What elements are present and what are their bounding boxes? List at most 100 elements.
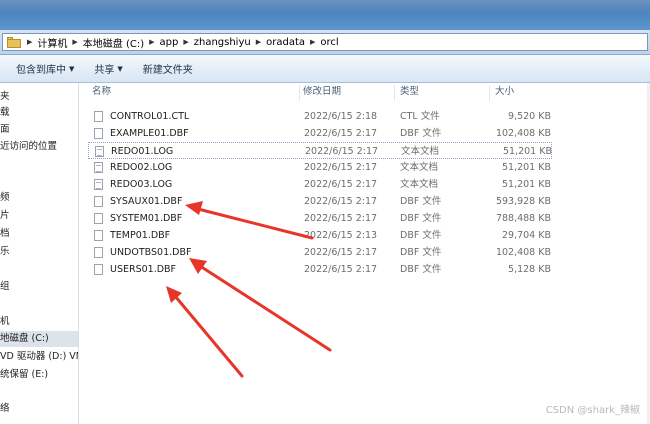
file-modified: 2022/6/15 2:13 <box>304 230 378 241</box>
file-name: SYSAUX01.DBF <box>110 196 183 207</box>
file-row[interactable]: SYSTEM01.DBF 2022/6/15 2:17 DBF 文件 788,4… <box>88 210 552 227</box>
file-type: DBF 文件 <box>400 230 442 241</box>
file-row[interactable]: CONTROL01.CTL 2022/6/15 2:18 CTL 文件 9,52… <box>88 108 552 125</box>
file-modified: 2022/6/15 2:17 <box>304 128 378 139</box>
breadcrumb-app[interactable]: app <box>158 37 181 48</box>
file-icon <box>94 111 103 122</box>
address-bar-region: ▶ 计算机 ▶ 本地磁盘 (C:) ▶ app ▶ zhangshiyu ▶ o… <box>0 30 650 55</box>
column-divider[interactable] <box>299 85 300 101</box>
navigation-pane: 夹 载 面 近访问的位置 频 片 档 乐 组 机 地磁盘 (C:) VD 驱动器… <box>0 83 79 424</box>
file-row[interactable]: USERS01.DBF 2022/6/15 2:17 DBF 文件 5,128 … <box>88 261 552 278</box>
text-file-icon <box>94 179 103 190</box>
column-header-type[interactable]: 类型 <box>400 83 419 101</box>
file-modified: 2022/6/15 2:17 <box>304 213 378 224</box>
breadcrumb-orcl[interactable]: orcl <box>318 37 340 48</box>
nav-item-computer[interactable]: 机 <box>0 314 78 330</box>
file-type: DBF 文件 <box>400 213 442 224</box>
nav-item-recent-places[interactable]: 近访问的位置 <box>0 139 78 155</box>
file-type: DBF 文件 <box>400 196 442 207</box>
file-row[interactable]: UNDOTBS01.DBF 2022/6/15 2:17 DBF 文件 102,… <box>88 244 552 261</box>
file-modified: 2022/6/15 2:17 <box>304 247 378 258</box>
file-size: 788,488 KB <box>495 213 551 224</box>
file-name: USERS01.DBF <box>110 264 177 275</box>
folder-icon <box>7 36 21 48</box>
breadcrumb-oradata[interactable]: oradata <box>264 37 307 48</box>
file-type: CTL 文件 <box>400 111 440 122</box>
file-icon <box>94 247 103 258</box>
column-header-name[interactable]: 名称 <box>92 83 111 101</box>
file-row[interactable]: EXAMPLE01.DBF 2022/6/15 2:17 DBF 文件 102,… <box>88 125 552 142</box>
file-name: EXAMPLE01.DBF <box>110 128 189 139</box>
file-size: 9,520 KB <box>508 111 551 122</box>
file-size: 102,408 KB <box>495 247 551 258</box>
column-header-modified[interactable]: 修改日期 <box>303 83 341 101</box>
nav-item-documents[interactable]: 档 <box>0 226 78 242</box>
file-icon <box>94 128 103 139</box>
command-toolbar: 包含到库中 ▼ 共享 ▼ 新建文件夹 <box>0 55 650 83</box>
chevron-right-icon[interactable]: ▶ <box>253 38 264 46</box>
dropdown-arrow-icon: ▼ <box>69 64 75 73</box>
file-type: 文本文档 <box>400 179 439 190</box>
chevron-right-icon[interactable]: ▶ <box>307 38 318 46</box>
breadcrumb-computer[interactable]: 计算机 <box>35 35 69 50</box>
include-in-library-label: 包含到库中 <box>16 65 66 76</box>
file-icon <box>94 264 103 275</box>
window-title-bar <box>0 0 650 30</box>
chevron-right-icon[interactable]: ▶ <box>24 38 35 46</box>
file-size: 51,201 KB <box>502 146 552 157</box>
text-file-icon <box>94 162 103 173</box>
new-folder-button[interactable]: 新建文件夹 <box>133 55 203 82</box>
file-modified: 2022/6/15 2:18 <box>304 111 378 122</box>
nav-item-favorites[interactable]: 夹 <box>0 89 78 105</box>
file-row[interactable]: REDO03.LOG 2022/6/15 2:17 文本文档 51,201 KB <box>88 176 552 193</box>
file-row[interactable]: SYSAUX01.DBF 2022/6/15 2:17 DBF 文件 593,9… <box>88 193 552 210</box>
chevron-right-icon[interactable]: ▶ <box>146 38 157 46</box>
nav-item-pictures[interactable]: 片 <box>0 208 78 224</box>
file-name: REDO03.LOG <box>110 179 173 190</box>
file-name: CONTROL01.CTL <box>110 111 190 122</box>
file-row-focused[interactable]: REDO01.LOG 2022/6/15 2:17 文本文档 51,201 KB <box>88 142 552 159</box>
chevron-right-icon[interactable]: ▶ <box>69 38 80 46</box>
address-bar[interactable]: ▶ 计算机 ▶ 本地磁盘 (C:) ▶ app ▶ zhangshiyu ▶ o… <box>2 33 648 51</box>
file-list-view: 名称 修改日期 类型 大小 CONTROL01.CTL 2022/6/15 2:… <box>79 83 650 424</box>
breadcrumb-local-disk[interactable]: 本地磁盘 (C:) <box>81 35 146 50</box>
breadcrumb-zhangshiyu[interactable]: zhangshiyu <box>192 37 253 48</box>
column-header-size[interactable]: 大小 <box>495 83 514 101</box>
file-type: 文本文档 <box>401 146 440 157</box>
nav-item-desktop[interactable]: 面 <box>0 122 78 138</box>
text-file-icon <box>95 146 104 157</box>
file-row[interactable]: REDO02.LOG 2022/6/15 2:17 文本文档 51,201 KB <box>88 159 552 176</box>
file-size: 51,201 KB <box>501 179 551 190</box>
file-size: 5,128 KB <box>508 264 551 275</box>
include-in-library-button[interactable]: 包含到库中 ▼ <box>6 55 84 82</box>
column-divider[interactable] <box>394 85 395 101</box>
file-name: SYSTEM01.DBF <box>110 213 183 224</box>
file-size: 51,201 KB <box>501 162 551 173</box>
nav-item-system-reserved-e[interactable]: 统保留 (E:) <box>0 367 78 383</box>
file-type: DBF 文件 <box>400 128 442 139</box>
chevron-right-icon[interactable]: ▶ <box>180 38 191 46</box>
nav-item-music[interactable]: 乐 <box>0 244 78 260</box>
share-button[interactable]: 共享 ▼ <box>84 55 132 82</box>
file-name: UNDOTBS01.DBF <box>110 247 192 258</box>
nav-item-local-disk-c[interactable]: 地磁盘 (C:) <box>0 331 78 347</box>
file-type: DBF 文件 <box>400 247 442 258</box>
file-size: 593,928 KB <box>495 196 551 207</box>
file-icon <box>94 213 103 224</box>
file-name: REDO02.LOG <box>110 162 173 173</box>
file-size: 102,408 KB <box>495 128 551 139</box>
new-folder-label: 新建文件夹 <box>142 65 193 76</box>
nav-item-homegroup[interactable]: 组 <box>0 279 78 295</box>
column-divider[interactable] <box>489 85 490 101</box>
file-size: 29,704 KB <box>501 230 551 241</box>
file-row[interactable]: TEMP01.DBF 2022/6/15 2:13 DBF 文件 29,704 … <box>88 227 552 244</box>
nav-item-dvd-drive-d[interactable]: VD 驱动器 (D:) VM <box>0 349 78 365</box>
file-type: 文本文档 <box>400 162 439 173</box>
file-modified: 2022/6/15 2:17 <box>304 264 378 275</box>
nav-item-videos[interactable]: 频 <box>0 190 78 206</box>
watermark: CSDN @shark_辣椒 <box>545 405 640 416</box>
file-modified: 2022/6/15 2:17 <box>304 162 378 173</box>
file-icon <box>94 230 103 241</box>
nav-item-downloads[interactable]: 载 <box>0 105 78 121</box>
nav-item-network[interactable]: 络 <box>0 401 78 417</box>
